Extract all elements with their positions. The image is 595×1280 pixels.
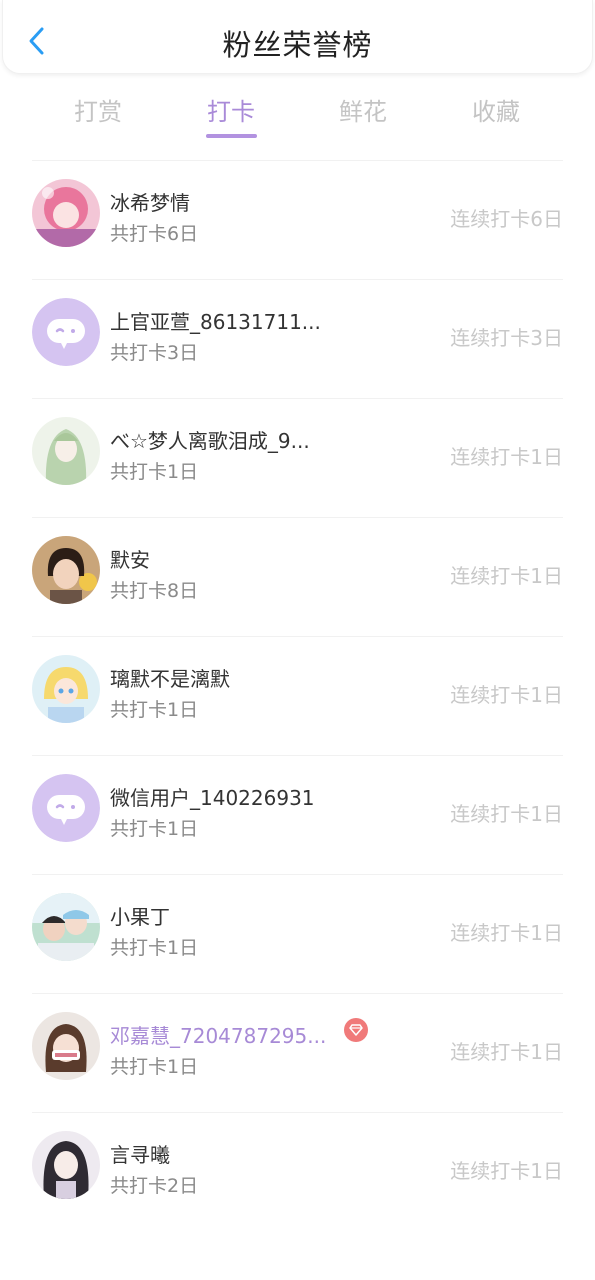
user-name: 冰希梦情 [110,191,190,215]
list-item[interactable]: 冰希梦情 共打卡6日 连续打卡6日 [32,160,563,279]
page-title: 粉丝荣誉榜 [222,28,373,62]
top-bar: 粉丝荣誉榜 [2,0,593,74]
streak-checkins: 连续打卡1日 [450,1040,563,1064]
avatar[interactable] [32,1131,100,1199]
diamond-icon [349,1024,363,1036]
streak-checkins: 连续打卡1日 [450,564,563,588]
user-name: 上官亚萱_86131711... [110,310,321,334]
total-checkins: 共打卡2日 [110,1175,199,1197]
streak-checkins: 连续打卡1日 [450,921,563,945]
avatar[interactable] [32,417,100,485]
total-checkins: 共打卡8日 [110,580,199,602]
tab-bar: 打赏 打卡 鲜花 收藏 [0,88,595,148]
list-item[interactable]: 言寻曦 共打卡2日 连续打卡1日 [32,1112,563,1231]
chat-bubble-icon [32,774,100,842]
streak-checkins: 连续打卡6日 [450,207,563,231]
list-item[interactable]: 上官亚萱_86131711... 共打卡3日 连续打卡3日 [32,279,563,398]
list-item[interactable]: 邓嘉慧_7204787295... 共打卡1日 连续打卡1日 [32,993,563,1112]
tab-checkin[interactable]: 打卡 [171,92,291,127]
vip-badge [344,1018,368,1042]
total-checkins: 共打卡1日 [110,699,199,721]
avatar[interactable] [32,179,100,247]
user-name: 邓嘉慧_7204787295... [110,1024,327,1048]
tab-favorites[interactable]: 收藏 [436,92,556,127]
total-checkins: 共打卡1日 [110,461,199,483]
list-item[interactable]: 璃默不是漓默 共打卡1日 连续打卡1日 [32,636,563,755]
avatar[interactable] [32,774,100,842]
total-checkins: 共打卡1日 [110,937,199,959]
total-checkins: 共打卡6日 [110,223,199,245]
list-item[interactable]: 微信用户_140226931 共打卡1日 连续打卡1日 [32,755,563,874]
user-name: 默安 [110,548,150,572]
user-name: 小果丁 [110,905,170,929]
user-name: 言寻曦 [110,1143,170,1167]
streak-checkins: 连续打卡1日 [450,683,563,707]
total-checkins: 共打卡3日 [110,342,199,364]
streak-checkins: 连续打卡3日 [450,326,563,350]
avatar[interactable] [32,1012,100,1080]
streak-checkins: 连续打卡1日 [450,802,563,826]
tab-reward[interactable]: 打赏 [38,92,158,127]
total-checkins: 共打卡1日 [110,818,199,840]
tab-active-indicator [206,134,257,138]
avatar[interactable] [32,536,100,604]
avatar[interactable] [32,655,100,723]
streak-checkins: 连续打卡1日 [450,445,563,469]
chat-bubble-icon [32,298,100,366]
user-name: 璃默不是漓默 [110,667,230,691]
avatar[interactable] [32,298,100,366]
list-item[interactable]: 小果丁 共打卡1日 连续打卡1日 [32,874,563,993]
tab-flowers[interactable]: 鲜花 [303,92,423,127]
ranking-list: 冰希梦情 共打卡6日 连续打卡6日 上官亚萱_86131711... 共打卡3日… [0,160,595,1231]
list-item[interactable]: 默安 共打卡8日 连续打卡1日 [32,517,563,636]
total-checkins: 共打卡1日 [110,1056,199,1078]
list-item[interactable]: べ☆梦人离歌泪成_9... 共打卡1日 连续打卡1日 [32,398,563,517]
streak-checkins: 连续打卡1日 [450,1159,563,1183]
user-name: べ☆梦人离歌泪成_9... [110,429,310,453]
avatar[interactable] [32,893,100,961]
user-name: 微信用户_140226931 [110,786,315,810]
